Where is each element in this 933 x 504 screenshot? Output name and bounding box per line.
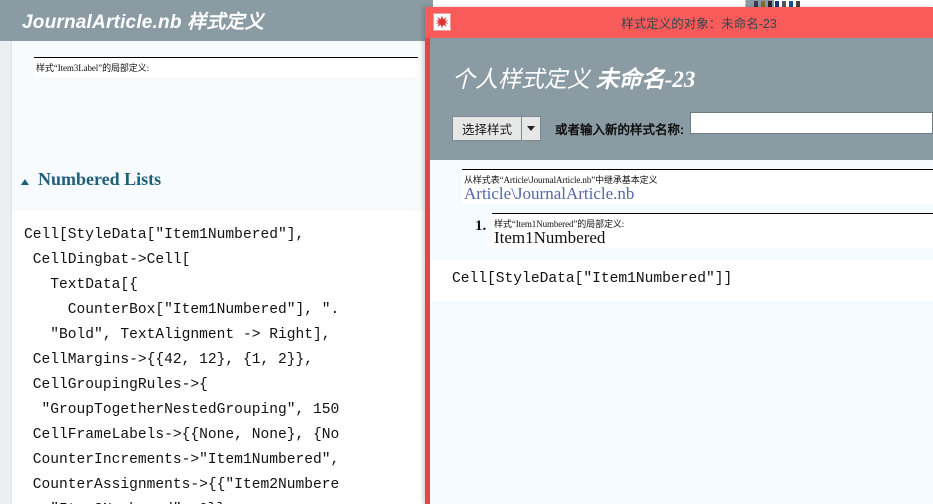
section-collapse-caret-icon[interactable]: ▲	[18, 177, 32, 188]
style-code-text: Cell[StyleData["Item1Numbered"]]	[452, 271, 733, 287]
style-definition-window[interactable]: 样式定义的对象：未命名-23 个人样式定义 未命名-23 选择样式 或者输入新的…	[425, 7, 933, 504]
chevron-down-icon[interactable]	[521, 117, 541, 140]
new-style-name-input[interactable]	[691, 113, 932, 133]
style-window-controls-row: 选择样式 或者输入新的样式名称:	[452, 116, 684, 141]
inherit-definition-cell[interactable]: 从样式表“Article\JournalArticle.nb”中继承基本定义 A…	[462, 169, 933, 204]
style-select-dropdown[interactable]: 选择样式	[452, 116, 542, 141]
left-window-title: JournalArticle.nb 样式定义	[22, 7, 264, 34]
left-window-titlebar[interactable]: JournalArticle.nb 样式定义	[0, 0, 433, 41]
section-heading-numbered-lists: Numbered Lists	[38, 169, 162, 189]
left-window-body[interactable]: 样式“Item3Label”的局部定义: ▲ Numbered Lists Ce…	[0, 41, 433, 504]
left-top-label-text: 样式“Item3Label”的局部定义:	[36, 63, 149, 73]
left-cell-gutter	[0, 41, 12, 504]
style-window-titlebar[interactable]: 样式定义的对象：未命名-23	[425, 7, 933, 38]
style-window-title: 样式定义的对象：未命名-23	[621, 17, 777, 31]
left-top-label-cell[interactable]: 样式“Item3Label”的局部定义:	[34, 57, 418, 77]
new-style-name-input-wrapper[interactable]	[690, 112, 933, 134]
style-item1-number: 1.	[475, 218, 487, 234]
left-notebook-window[interactable]: JournalArticle.nb 样式定义 样式“Item3Label”的局部…	[0, 0, 433, 504]
left-window-title-latin: JournalArticle.nb	[22, 12, 182, 33]
style-window-body[interactable]: 从样式表“Article\JournalArticle.nb”中继承基本定义 A…	[430, 160, 933, 504]
style-window-header-panel: 个人样式定义 未命名-23 选择样式 或者输入新的样式名称:	[430, 38, 933, 160]
style-item1-title: Item1Numbered	[494, 228, 606, 247]
left-window-title-cjk: 样式定义	[187, 12, 264, 33]
new-style-name-label: 或者输入新的样式名称:	[555, 123, 685, 137]
inherit-stylesheet-name[interactable]: Article\JournalArticle.nb	[464, 184, 634, 204]
style-item1-cell[interactable]: 样式“Item1Numbered”的局部定义: Item1Numbered	[492, 213, 933, 248]
left-code-text: Cell[StyleData["Item1Numbered"], CellDin…	[24, 227, 340, 504]
style-window-heading: 个人样式定义 未命名-23	[452, 60, 695, 94]
screen-root: JournalArticle.nb 样式定义 样式“Item3Label”的局部…	[0, 0, 933, 504]
mathematica-notebook-icon	[433, 13, 451, 31]
style-window-left-accent-border	[425, 38, 430, 504]
style-window-heading-name: 未命名-23	[595, 67, 696, 92]
style-select-value: 选择样式	[462, 123, 513, 137]
style-window-heading-prefix: 个人样式定义	[452, 67, 590, 92]
